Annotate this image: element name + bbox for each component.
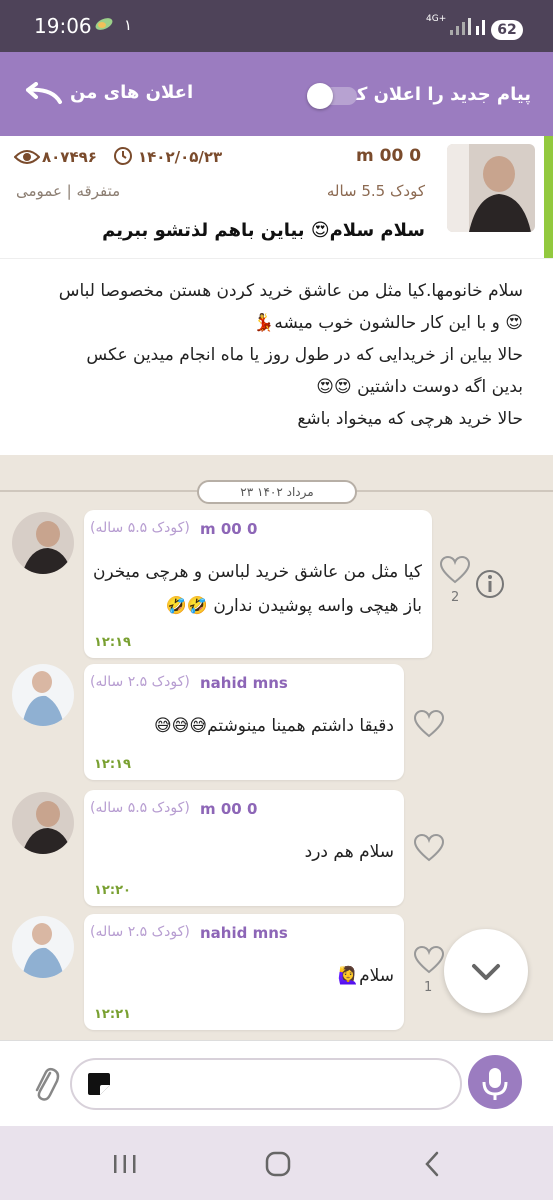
comment-time: ۱۲:۱۹ <box>94 757 131 772</box>
post-body-line: حالا بیاین از خریدایی که در طول روز یا م… <box>86 345 523 365</box>
message-input[interactable] <box>70 1058 462 1110</box>
notification-count: ۱ <box>124 16 133 34</box>
post-author-age: کودک 5.5 ساله <box>326 182 425 200</box>
post-title: سلام سلام😍 بیاین باهم لذتشو ببریم <box>102 220 425 241</box>
scroll-down-button[interactable] <box>444 929 528 1013</box>
back-icon[interactable] <box>422 1150 442 1178</box>
comment-author-age: (کودک ۵.۵ ساله) <box>90 520 190 536</box>
post-category: متفرقه | عمومی <box>16 182 121 200</box>
date-pill: ۲۳ مرداد ۱۴۰۲ <box>197 480 357 504</box>
heart-icon[interactable] <box>440 556 470 584</box>
comment-author: nahid mns <box>200 924 288 942</box>
like-count: 2 <box>451 590 460 605</box>
comment-bubble[interactable]: nahid mns (کودک ۲.۵ ساله) دقیقا داشتم هم… <box>84 664 404 780</box>
network-type: 4G+ <box>426 14 447 24</box>
heart-icon[interactable] <box>414 834 444 862</box>
voice-record-button[interactable] <box>468 1055 522 1109</box>
comment-time: ۱۲:۱۹ <box>94 635 131 650</box>
status-bar: 19:06 ۱ 4G+ 62 <box>0 0 553 52</box>
comment-author: m 00 0 <box>200 520 258 538</box>
post-header-card: m 00 0 کودک 5.5 ساله ۱۴۰۲/۰۵/۲۳ ۸۰۷۴۹۶ م… <box>0 136 553 258</box>
comment-author-age: (کودک ۲.۵ ساله) <box>90 674 190 690</box>
post-body-line: 😍 و با این کار حالشون خوب میشه💃 <box>253 313 523 333</box>
comment-text: دقیقا داشتم همینا مینوشتم😅😅😅 <box>153 716 394 736</box>
comment-text: سلام🙋‍♀️ <box>337 966 394 986</box>
app-notification-icon <box>95 18 113 30</box>
battery-indicator: 62 <box>491 20 523 40</box>
back-arrow-icon[interactable] <box>22 82 64 108</box>
post-author-name: m 00 0 <box>356 146 422 166</box>
post-accent-bar <box>544 136 553 258</box>
post-body-line: بدین اگه دوست داشتین 😍😍 <box>316 377 523 397</box>
like-count: 1 <box>424 980 433 995</box>
notify-toggle[interactable] <box>307 81 357 109</box>
comment-time: ۱۲:۲۰ <box>94 883 131 898</box>
clock-icon <box>114 147 132 165</box>
comment-author-age: (کودک ۵.۵ ساله) <box>90 800 190 816</box>
message-composer <box>0 1040 553 1127</box>
post-body: سلام خانومها.کیا مثل من عاشق خرید کردن ه… <box>0 258 553 455</box>
heart-icon[interactable] <box>414 710 444 738</box>
avatar[interactable] <box>12 664 74 726</box>
comment-bubble[interactable]: m 00 0 (کودک ۵.۵ ساله) کیا مثل من عاشق خ… <box>84 510 432 658</box>
comment-text: باز هیچی واسه پوشیدن ندارن 🤣🤣 <box>165 596 422 616</box>
comment-author-age: (کودک ۲.۵ ساله) <box>90 924 190 940</box>
my-ads-label[interactable]: اعلان های من <box>70 82 193 103</box>
signal-icon <box>450 18 485 35</box>
post-body-line: حالا خرید هرچی که میخواد باشع <box>297 409 523 429</box>
status-time: 19:06 <box>34 14 92 38</box>
heart-icon[interactable] <box>414 946 444 974</box>
attach-icon[interactable] <box>30 1063 60 1103</box>
comment-bubble[interactable]: m 00 0 (کودک ۵.۵ ساله) سلام هم درد ۱۲:۲۰ <box>84 790 404 906</box>
app-header: پیام جدید را اعلان کن اعلان های من <box>0 52 553 136</box>
comment-text: کیا مثل من عاشق خرید لباسن و هرچی میخرن <box>92 562 422 582</box>
avatar[interactable] <box>12 792 74 854</box>
comment-time: ۱۲:۲۱ <box>94 1007 131 1022</box>
post-date: ۱۴۰۲/۰۵/۲۳ <box>138 148 223 166</box>
home-icon[interactable] <box>264 1150 292 1178</box>
post-author-photo[interactable] <box>447 144 535 232</box>
avatar[interactable] <box>12 512 74 574</box>
microphone-icon <box>482 1068 508 1100</box>
eye-icon <box>14 150 40 164</box>
comment-text: سلام هم درد <box>304 842 394 862</box>
sticker-icon[interactable] <box>86 1071 112 1097</box>
avatar[interactable] <box>12 916 74 978</box>
comment-bubble[interactable]: nahid mns (کودک ۲.۵ ساله) سلام🙋‍♀️ ۱۲:۲۱ <box>84 914 404 1030</box>
chevron-down-icon <box>472 964 500 980</box>
recent-apps-icon[interactable] <box>112 1153 138 1175</box>
post-body-line: سلام خانومها.کیا مثل من عاشق خرید کردن ه… <box>58 281 523 301</box>
info-icon[interactable] <box>475 569 505 599</box>
comment-author: nahid mns <box>200 674 288 692</box>
notify-new-message-label: پیام جدید را اعلان کن <box>340 84 531 105</box>
post-view-count: ۸۰۷۴۹۶ <box>42 148 97 166</box>
comment-author: m 00 0 <box>200 800 258 818</box>
toggle-knob <box>307 83 333 109</box>
